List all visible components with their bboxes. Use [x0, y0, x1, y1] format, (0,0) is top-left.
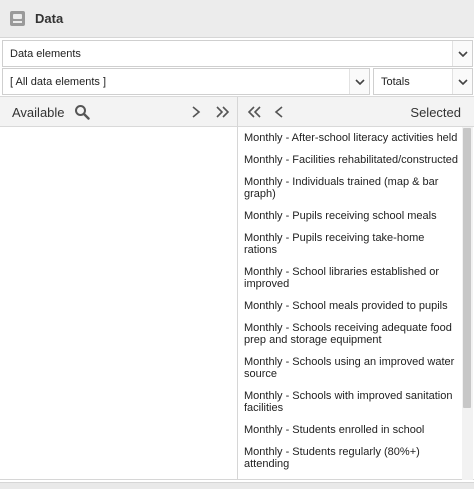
selected-list[interactable]: Monthly - After-school literacy activiti… — [238, 127, 462, 480]
selected-list-item[interactable]: Monthly - Schools using an improved wate… — [238, 351, 462, 385]
data-type-select-value: Data elements — [10, 47, 81, 60]
search-icon[interactable] — [72, 102, 92, 122]
chevron-down-icon[interactable] — [349, 69, 369, 94]
selected-list-item[interactable]: Monthly - Take-home rations provided — [238, 475, 462, 480]
selected-list-item[interactable]: Monthly - Facilities rehabilitated/const… — [238, 149, 462, 171]
select-all-button[interactable] — [212, 102, 234, 122]
selected-list-item[interactable]: Monthly - Pupils receiving school meals — [238, 205, 462, 227]
scrollbar-thumb[interactable] — [463, 128, 471, 408]
database-icon — [9, 10, 26, 27]
data-type-select[interactable]: Data elements — [2, 40, 473, 67]
selected-list-item[interactable]: Monthly - School libraries established o… — [238, 261, 462, 295]
selected-list-item[interactable]: Monthly - Individuals trained (map & bar… — [238, 171, 462, 205]
available-list[interactable] — [0, 127, 237, 480]
chevron-down-icon[interactable] — [452, 69, 472, 94]
data-element-group-select[interactable]: [ All data elements ] — [2, 68, 370, 95]
selected-list-item[interactable]: Monthly - Pupils receiving take-home rat… — [238, 227, 462, 261]
detail-level-select-value: Totals — [381, 75, 410, 88]
selected-list-item[interactable]: Monthly - Schools receiving adequate foo… — [238, 317, 462, 351]
selected-label: Selected — [410, 105, 461, 120]
chevron-down-icon[interactable] — [452, 41, 472, 66]
panel-footer — [0, 482, 474, 489]
available-label: Available — [12, 105, 65, 120]
data-element-group-select-value: [ All data elements ] — [10, 75, 106, 88]
selected-list-scrollbar[interactable] — [462, 127, 473, 480]
selected-list-item[interactable]: Monthly - Schools with improved sanitati… — [238, 385, 462, 419]
deselect-one-button[interactable] — [269, 102, 289, 122]
selected-list-item[interactable]: Monthly - School meals provided to pupil… — [238, 295, 462, 317]
selected-list-item[interactable]: Monthly - Students enrolled in school — [238, 419, 462, 441]
panel-title: Data — [35, 11, 64, 26]
selector-toolbar: Available Selected — [0, 96, 474, 128]
toolbar-divider — [237, 97, 238, 128]
panel-header[interactable]: Data — [0, 0, 474, 38]
selected-list-item[interactable]: Monthly - Students regularly (80%+) atte… — [238, 441, 462, 475]
detail-level-select[interactable]: Totals — [373, 68, 473, 95]
selector-lists: Monthly - After-school literacy activiti… — [0, 127, 474, 480]
select-one-button[interactable] — [186, 102, 206, 122]
selected-list-item[interactable]: Monthly - After-school literacy activiti… — [238, 127, 462, 149]
deselect-all-button[interactable] — [243, 102, 265, 122]
